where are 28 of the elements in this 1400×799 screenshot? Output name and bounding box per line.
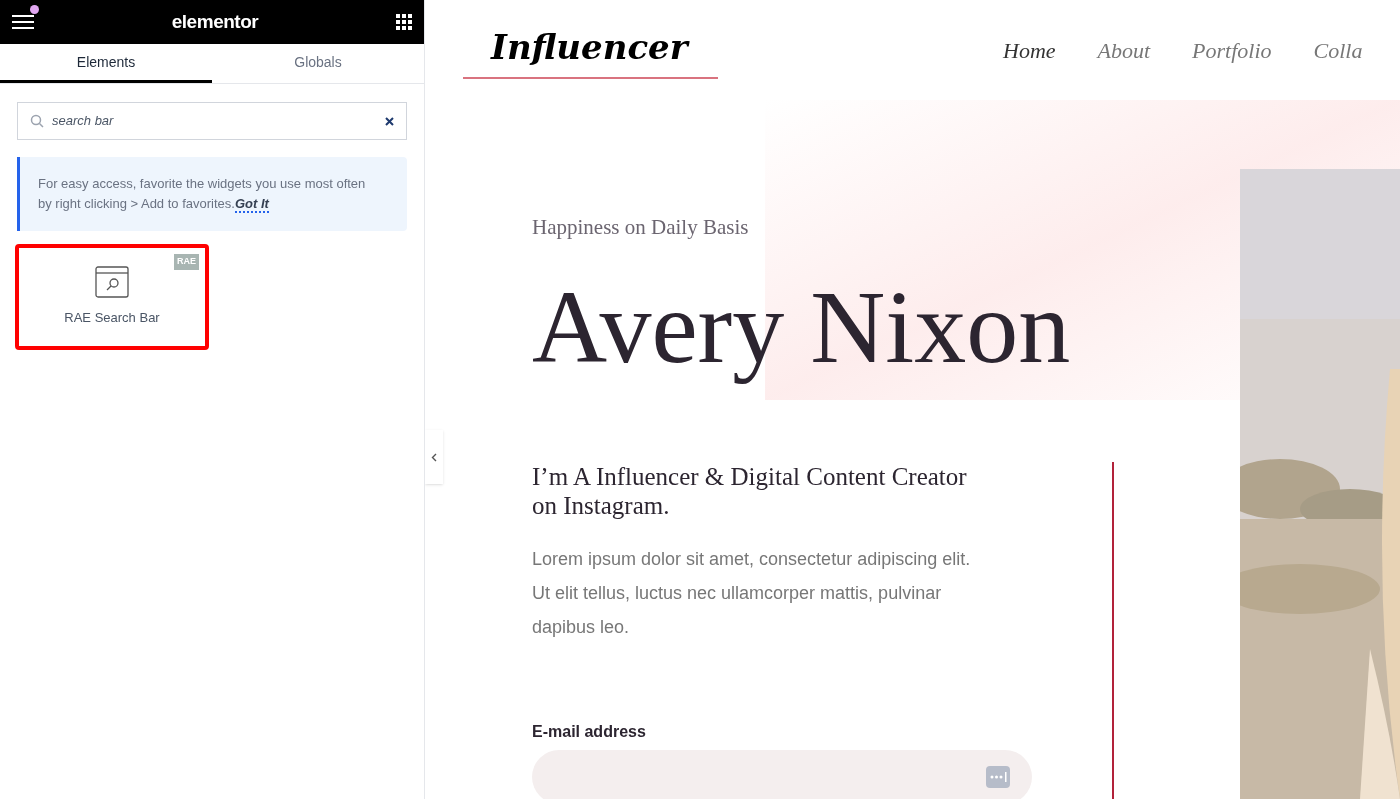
panel-tab[interactable]: Globals — [212, 44, 424, 83]
menu-button[interactable] — [12, 13, 34, 31]
nav-link[interactable]: Portfolio — [1192, 33, 1272, 67]
widget-badge: RAE — [174, 254, 199, 270]
nav-link[interactable]: About — [1097, 33, 1151, 67]
collapse-handle[interactable] — [425, 430, 443, 484]
eyebrow-text: Happiness on Daily Basis — [532, 214, 750, 241]
chevron-left-icon — [431, 452, 437, 462]
nav-link[interactable]: Home — [1003, 33, 1056, 67]
panel-tab[interactable]: Elements — [0, 44, 212, 83]
hero-heading: Avery Nixon — [532, 267, 1072, 386]
field-label: E-mail address — [532, 721, 647, 742]
app-logo: elementor — [171, 9, 259, 34]
body-text: Lorem ipsum dolor sit amet, consectetur adipiscing elit. Ut elit tellus, luctus nec ullamcorper mattis, pulvinar dapibus leo. — [532, 547, 972, 639]
email-field[interactable] — [532, 749, 1032, 799]
apps-grid-icon[interactable] — [396, 14, 412, 30]
nav-link[interactable]: Colla — [1313, 33, 1363, 67]
widget-card[interactable]: RAE Search Bar RAE — [15, 244, 209, 350]
site-logo[interactable]: Influencer — [463, 21, 718, 79]
widget-label: RAE Search Bar — [64, 309, 160, 328]
search-field[interactable]: search bar — [17, 102, 407, 140]
search-window-icon — [95, 266, 129, 299]
clear-icon[interactable] — [385, 116, 394, 126]
tagline-text: I’m A Influencer & Digital Content Creator on Instagram. — [532, 461, 968, 520]
search-input[interactable]: search bar — [52, 111, 377, 131]
tip-text: For easy access, favorite the widgets you use most often by right clicking > Add to favorites.Got It — [38, 175, 367, 214]
search-icon — [30, 114, 44, 128]
got-it-link[interactable]: Got It — [234, 196, 269, 213]
